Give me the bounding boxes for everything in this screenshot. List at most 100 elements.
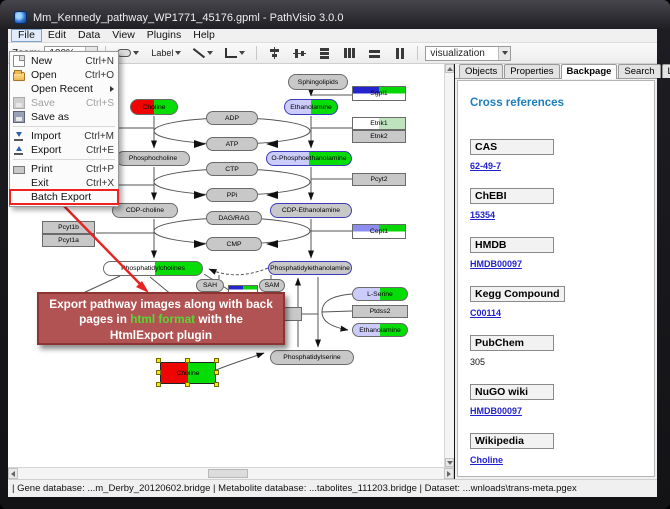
menu-data[interactable]: Data xyxy=(72,29,106,42)
menu-item-import[interactable]: ImportCtrl+M xyxy=(10,129,118,143)
chevron-down-icon xyxy=(239,51,245,55)
annotation-callout: Export pathway images along with back pa… xyxy=(37,292,285,345)
selection-handle[interactable] xyxy=(214,370,219,375)
chevron-down-icon xyxy=(502,51,508,55)
tab-objects[interactable]: Objects xyxy=(459,64,503,78)
xref-link[interactable]: HMDB00097 xyxy=(470,259,654,269)
pathway-node-choline[interactable]: Choline xyxy=(130,99,178,115)
pathway-node-phosphatidylcholines[interactable]: Phosphatidylcholines xyxy=(103,261,203,276)
pathway-node-partially-hidden-gene[interactable] xyxy=(283,307,302,321)
datanode-icon xyxy=(117,49,131,57)
xref-link[interactable]: C00114 xyxy=(470,308,654,318)
pathway-node-choline-selected[interactable]: Choline xyxy=(160,362,216,384)
pathway-node-pcyt1b[interactable]: Pcyt1b xyxy=(42,221,95,234)
pathway-node-phosphatidylethanolamine[interactable]: Phosphatidylethanolamine xyxy=(268,261,352,275)
menu-item-batch-export[interactable]: Batch Export xyxy=(10,190,118,204)
menu-item-save: SaveCtrl+S xyxy=(10,96,118,110)
selection-handle[interactable] xyxy=(185,358,190,363)
scrollbar-thumb[interactable] xyxy=(208,469,248,478)
pathway-node-l-serine[interactable]: L-Serine xyxy=(352,287,408,301)
menu-item-save-as[interactable]: Save as xyxy=(10,110,118,124)
backpage-panel: Cross references CAS 62-49-7 ChEBI 15354… xyxy=(457,80,655,477)
pathway-node-phosphatidylserine[interactable]: Phosphatidylserine xyxy=(270,350,354,365)
menu-item-print[interactable]: PrintCtrl+P xyxy=(10,162,118,176)
title-bar[interactable]: Mm_Kennedy_pathway_WP1771_45176.gpml - P… xyxy=(8,6,657,29)
tab-legend[interactable]: Legend xyxy=(662,64,670,78)
pathway-node-cept1[interactable]: Cept1 xyxy=(352,224,406,239)
xref-section-hmdb: HMDB HMDB00097 xyxy=(470,235,654,269)
pathway-node-o-phosphoethanolamine[interactable]: O-Phosphoethanolamine xyxy=(266,151,352,166)
sidebar-tabs: Objects Properties Backpage Search Legen… xyxy=(455,64,657,79)
pathway-node-dag-rag[interactable]: DAG/RAG xyxy=(206,211,262,225)
pathway-node-sphingolipids[interactable]: Sphingolipids xyxy=(288,74,348,90)
selection-handle[interactable] xyxy=(214,382,219,387)
visualization-combobox[interactable]: visualization xyxy=(425,46,511,61)
tab-search[interactable]: Search xyxy=(618,64,660,78)
menu-item-open-recent[interactable]: Open Recent xyxy=(10,82,118,96)
pathway-node-ptdss2[interactable]: Ptdss2 xyxy=(352,305,408,318)
pathway-node-adp[interactable]: ADP xyxy=(206,111,258,125)
pathway-node-cdp-ethanolamine[interactable]: CDP-Ethanolamine xyxy=(270,203,352,218)
menu-item-exit[interactable]: ExitCtrl+X xyxy=(10,176,118,190)
new-document-icon xyxy=(13,55,25,67)
common-height-button[interactable] xyxy=(389,45,410,62)
selection-handle[interactable] xyxy=(156,382,161,387)
pathway-node-cdp-choline[interactable]: CDP-choline xyxy=(112,203,178,218)
selection-handle[interactable] xyxy=(156,358,161,363)
common-width-button[interactable] xyxy=(364,45,385,62)
pathvisio-app-icon xyxy=(14,11,27,24)
pathway-node-atp[interactable]: ATP xyxy=(206,137,258,151)
label-tool-button[interactable]: Label xyxy=(147,45,185,62)
pathway-node-etnk2[interactable]: Etnk2 xyxy=(352,130,406,143)
align-center-y-button[interactable] xyxy=(289,45,310,62)
pathway-node-ethanolamine[interactable]: Ethanolamine xyxy=(284,99,338,115)
common-height-icon xyxy=(393,47,406,59)
vertical-scrollbar[interactable] xyxy=(444,64,454,467)
pathway-node-sah[interactable]: SAH xyxy=(196,279,224,292)
pathway-node-ethanolamine-2[interactable]: Ethanolamine xyxy=(352,323,408,337)
visualization-dropdown-button[interactable] xyxy=(498,47,510,60)
pathway-node-sgpl1[interactable]: Sgpl1 xyxy=(352,86,406,101)
xref-source: NuGO wiki xyxy=(470,384,554,400)
selection-handle[interactable] xyxy=(214,358,219,363)
menu-item-export[interactable]: ExportCtrl+E xyxy=(10,143,118,157)
toolbar-separator xyxy=(417,46,418,60)
pathway-node-pcyt1a[interactable]: Pcyt1a xyxy=(42,234,95,247)
connector-tool-button[interactable] xyxy=(221,45,249,62)
tab-properties[interactable]: Properties xyxy=(504,64,559,78)
xref-section-chebi: ChEBI 15354 xyxy=(470,186,654,220)
menu-item-open[interactable]: OpenCtrl+O xyxy=(10,68,118,82)
xref-link[interactable]: 62-49-7 xyxy=(470,161,654,171)
connector-icon xyxy=(225,48,237,58)
selection-handle[interactable] xyxy=(185,382,190,387)
xref-link[interactable]: HMDB00097 xyxy=(470,406,654,416)
scroll-down-button[interactable] xyxy=(445,458,454,467)
visualization-value[interactable]: visualization xyxy=(426,48,498,59)
menu-item-new[interactable]: NewCtrl+N xyxy=(10,54,118,68)
scroll-up-button[interactable] xyxy=(445,64,454,73)
horizontal-scrollbar[interactable] xyxy=(8,467,454,479)
line-tool-button[interactable] xyxy=(189,45,217,62)
menu-file[interactable]: File xyxy=(11,29,42,42)
stack-horizontal-button[interactable] xyxy=(339,45,360,62)
pathway-node-sam[interactable]: SAM xyxy=(259,279,285,292)
menu-plugins[interactable]: Plugins xyxy=(141,29,187,42)
pathway-node-pcyt2[interactable]: Pcyt2 xyxy=(352,173,406,186)
stack-vertical-button[interactable] xyxy=(314,45,335,62)
pathway-node-cmp[interactable]: CMP xyxy=(206,237,262,251)
scroll-left-button[interactable] xyxy=(8,468,18,479)
menu-view[interactable]: View xyxy=(106,29,141,42)
pathway-node-ctp[interactable]: CTP xyxy=(206,162,258,176)
scroll-right-button[interactable] xyxy=(444,468,454,479)
pathway-node-etnk1[interactable]: Etnk1 xyxy=(352,117,406,130)
xref-source: Wikipedia xyxy=(470,433,554,449)
menu-help[interactable]: Help xyxy=(187,29,221,42)
selection-handle[interactable] xyxy=(156,370,161,375)
tab-backpage[interactable]: Backpage xyxy=(561,64,618,79)
xref-link[interactable]: 15354 xyxy=(470,210,654,220)
xref-link[interactable]: Choline xyxy=(470,455,654,465)
pathway-node-ppi[interactable]: PPi xyxy=(206,188,258,202)
menu-edit[interactable]: Edit xyxy=(42,29,72,42)
pathway-node-phosphocholine[interactable]: Phosphocholine xyxy=(116,151,190,166)
align-center-x-button[interactable] xyxy=(264,45,285,62)
